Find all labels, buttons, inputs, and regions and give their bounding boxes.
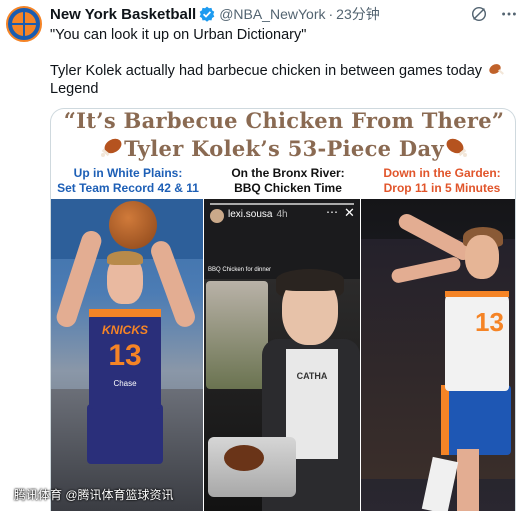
account-handle[interactable]: @NBA_NewYork <box>219 6 325 22</box>
verified-badge-icon <box>199 6 215 22</box>
tweet-text-quote: "You can look it up on Urban Dictionary" <box>50 27 307 43</box>
watermark: 腾讯体育 @腾讯体育篮球资讯 <box>14 488 174 502</box>
avatar[interactable] <box>6 6 42 42</box>
account-name[interactable]: New York Basketball <box>50 6 196 23</box>
poultry-leg-icon <box>489 64 505 75</box>
story-close-icon: ✕ <box>344 205 355 220</box>
grok-icon[interactable] <box>470 5 488 23</box>
graphic-subtitle: Tyler Kolek’s 53-Piece Day <box>51 137 515 161</box>
story-caption: BBQ Chicken for dinner <box>208 267 272 273</box>
caption-white-plains: Up in White Plains: Set Team Record 42 &… <box>57 166 199 195</box>
caption-bronx-river: On the Bronx River: BBQ Chicken Time <box>231 166 345 195</box>
bbq-chicken <box>224 445 264 471</box>
caption-garden: Down in the Garden: Drop 11 in 5 Minutes <box>383 166 501 195</box>
timestamp[interactable]: 23分钟 <box>336 4 380 24</box>
tweet-text-body: Tyler Kolek actually had barbecue chicke… <box>50 62 505 80</box>
story-more-icon: ⋯ <box>326 205 338 219</box>
knicks-jersey: KNICKS 13 Chase <box>89 309 161 409</box>
tweet-actions-top <box>470 5 518 23</box>
story-avatar <box>210 209 224 223</box>
tweet-media-image[interactable]: “It’s Barbecue Chicken From There” Tyler… <box>50 108 516 511</box>
more-icon[interactable] <box>500 5 518 23</box>
basketball <box>109 201 157 249</box>
tweet[interactable]: New York Basketball @NBA_NewYork · 23分钟 … <box>0 0 526 511</box>
drumstick-icon <box>101 138 122 157</box>
knicks-jersey-white: 13 <box>445 291 509 391</box>
photo-story: CATHA lexi.sousa 4h ⋯ ✕ BBQ Chicken for d… <box>204 199 360 511</box>
photo-garden: 13 <box>361 199 515 511</box>
graphic-title: “It’s Barbecue Chicken From There” <box>63 108 505 133</box>
drumstick-icon <box>446 138 467 157</box>
photo-shooting: KNICKS 13 Chase <box>51 199 203 511</box>
tweet-text-legend: Legend <box>50 81 99 97</box>
tweet-header: New York Basketball @NBA_NewYork · 23分钟 <box>50 4 380 24</box>
story-username: lexi.sousa 4h <box>228 209 288 220</box>
